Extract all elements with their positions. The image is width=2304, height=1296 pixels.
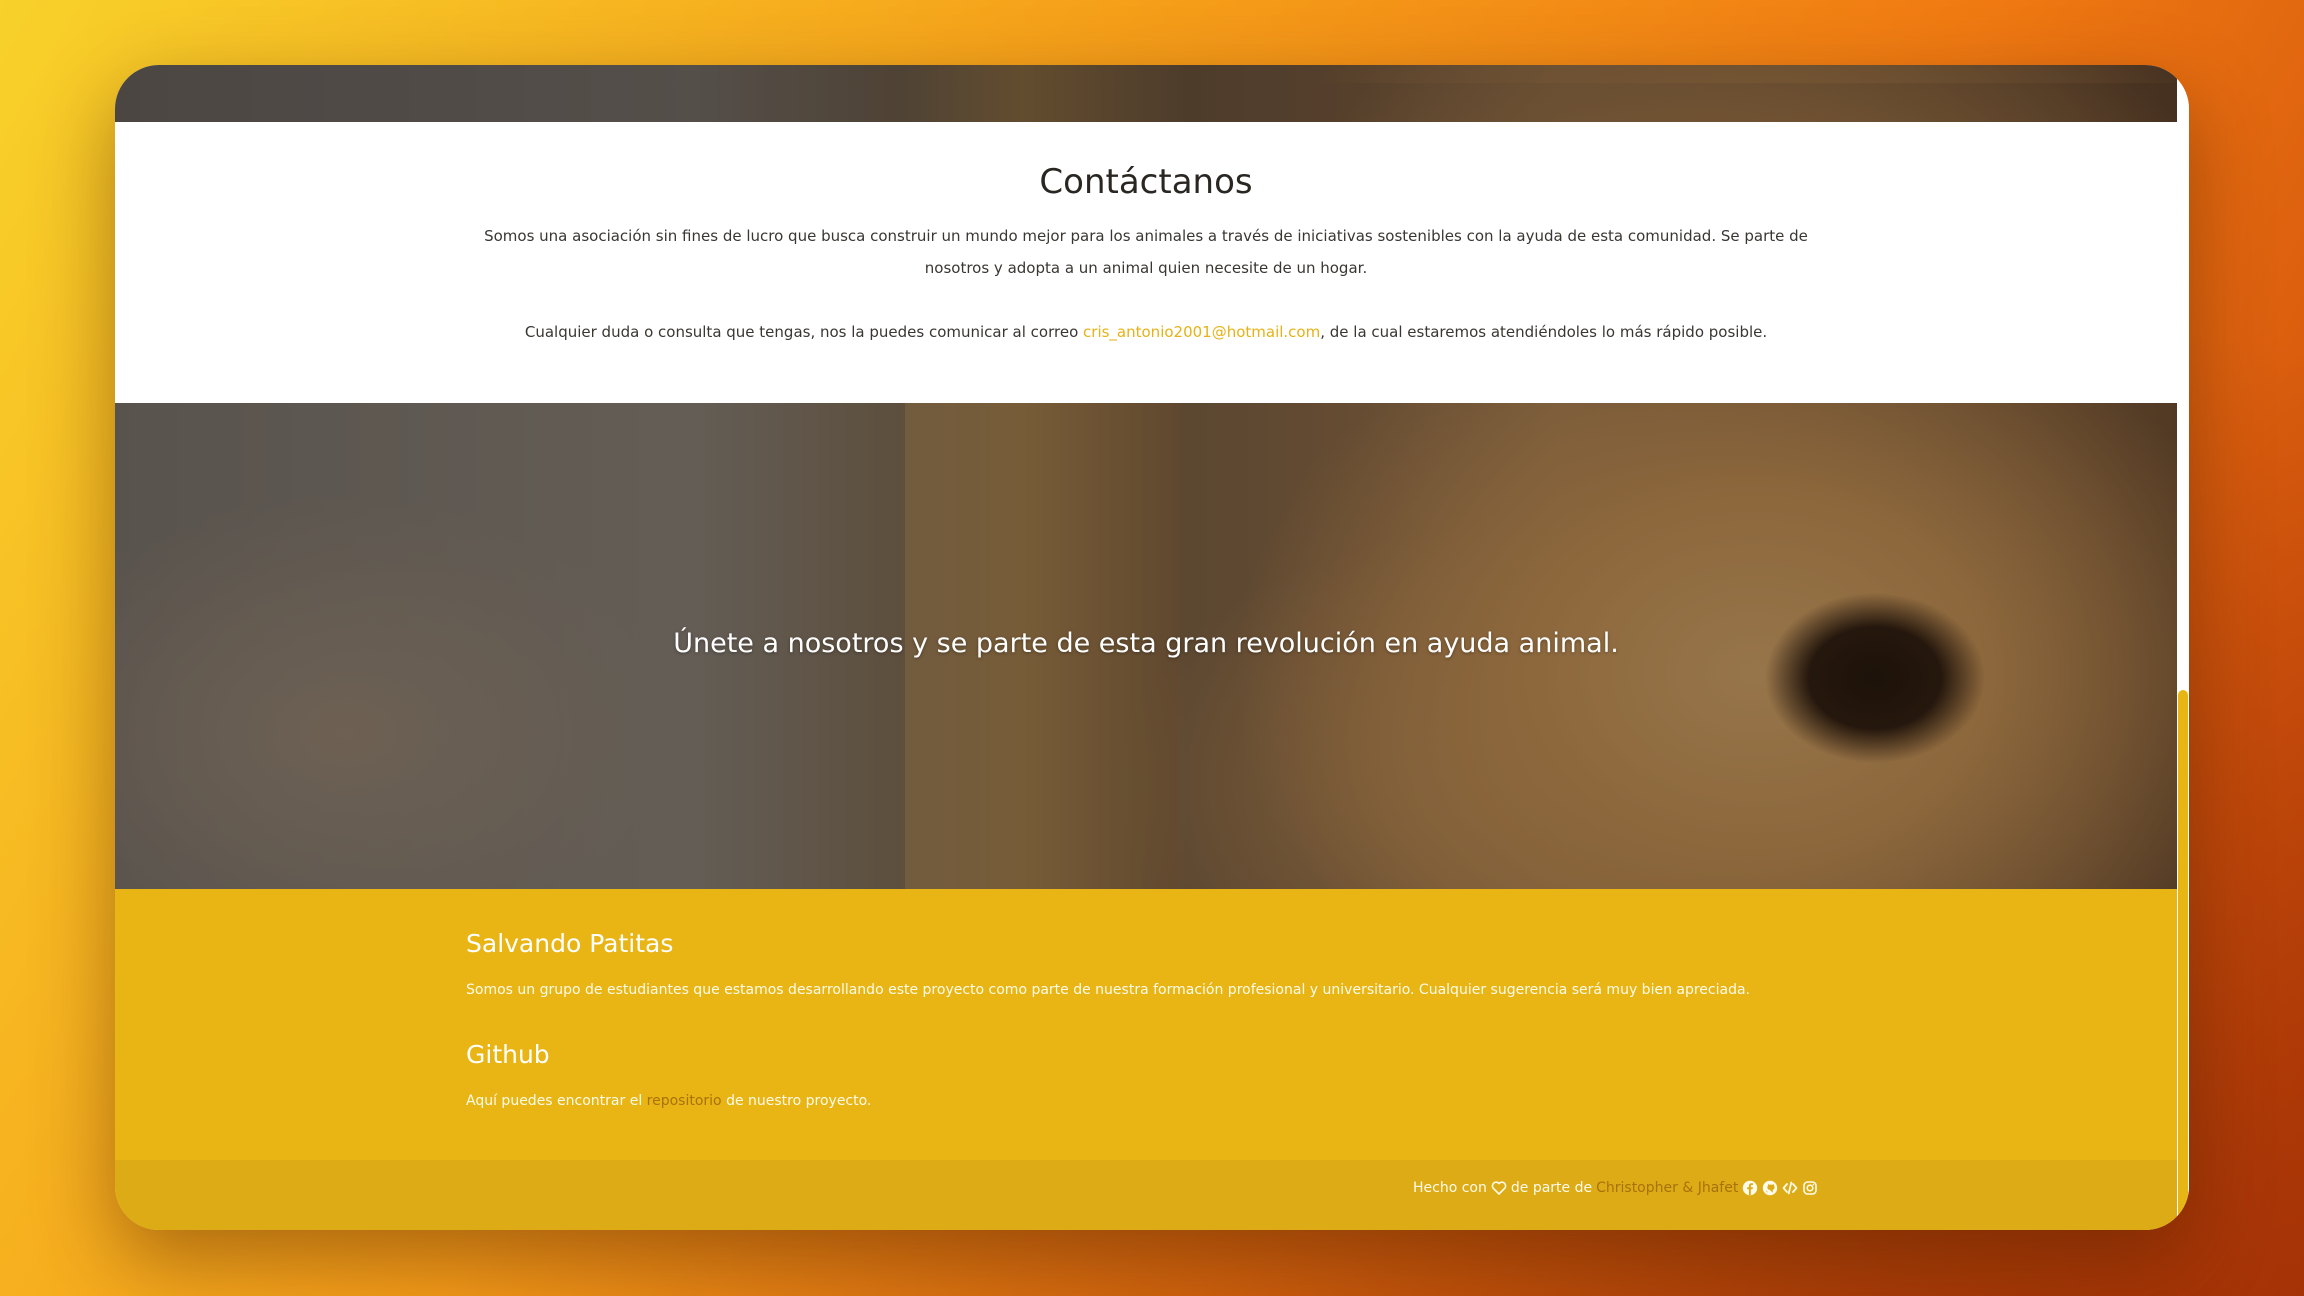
scrollbar[interactable] — [2177, 65, 2189, 1230]
footer-credits: Hecho con de parte de Christopher & Jhaf… — [1413, 1180, 1818, 1196]
credits-authors-link[interactable]: Christopher & Jhafet — [1596, 1180, 1738, 1196]
site-footer: Salvando Patitas Somos un grupo de estud… — [115, 889, 2177, 1230]
contact-email-suffix: , de la cual estaremos atendiéndoles lo … — [1320, 323, 1768, 341]
hero-banner: Únete a nosotros y se parte de esta gran… — [115, 403, 2177, 889]
contact-email-prefix: Cualquier duda o consulta que tengas, no… — [524, 323, 1084, 341]
footer-github-prefix: Aquí puedes encontrar el — [466, 1093, 647, 1109]
footer-about-text: Somos un grupo de estudiantes que estamo… — [466, 982, 1751, 998]
footer-github-text: Aquí puedes encontrar el repositorio de … — [466, 1093, 871, 1109]
footer-github-title: Github — [466, 1040, 550, 1069]
top-banner-image — [115, 65, 2177, 122]
scrollbar-thumb[interactable] — [2178, 690, 2188, 1230]
instagram-icon[interactable] — [1802, 1180, 1818, 1196]
github-icon[interactable] — [1762, 1180, 1778, 1196]
contact-title: Contáctanos — [1039, 162, 1253, 202]
contact-email-text: Cualquier duda o consulta que tengas, no… — [115, 316, 2177, 348]
footer-bottom-bar: Hecho con de parte de Christopher & Jhaf… — [115, 1160, 2177, 1230]
repository-link[interactable]: repositorio — [647, 1093, 722, 1109]
footer-about-title: Salvando Patitas — [466, 929, 674, 958]
browser-window: Contáctanos Somos una asociación sin fin… — [115, 65, 2189, 1230]
footer-github-suffix: de nuestro proyecto. — [721, 1093, 872, 1109]
heart-icon — [1491, 1180, 1507, 1196]
contact-description: Somos una asociación sin fines de lucro … — [484, 227, 1808, 277]
credits-middle: de parte de — [1510, 1180, 1593, 1196]
contact-section: Contáctanos Somos una asociación sin fin… — [115, 122, 2177, 403]
facebook-icon[interactable] — [1742, 1180, 1758, 1196]
code-icon[interactable] — [1782, 1180, 1798, 1196]
hero-headline: Únete a nosotros y se parte de esta gran… — [673, 628, 1619, 659]
contact-email-link[interactable]: cris_antonio2001@hotmail.com — [1083, 323, 1320, 341]
page-content: Contáctanos Somos una asociación sin fin… — [115, 65, 2177, 1230]
credits-prefix: Hecho con — [1413, 1180, 1487, 1196]
